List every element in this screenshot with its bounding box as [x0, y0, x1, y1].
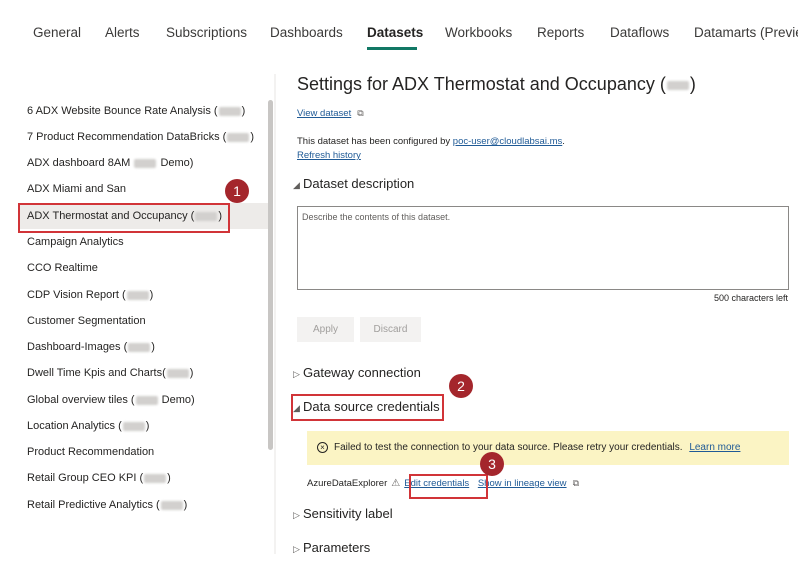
dataset-item[interactable]: Location Analytics () — [18, 413, 268, 439]
expand-triangle-icon: ▷ — [293, 369, 300, 379]
redacted-text — [144, 473, 167, 483]
view-dataset-link[interactable]: View dataset — [297, 108, 351, 119]
tab-subscriptions[interactable]: Subscriptions — [166, 25, 247, 40]
dataset-item[interactable]: 7 Product Recommendation DataBricks () — [18, 124, 268, 150]
discard-button[interactable]: Discard — [360, 317, 421, 342]
annotation-box-credentials — [291, 394, 444, 421]
dataset-item[interactable]: Global overview tiles ( Demo) — [18, 387, 268, 413]
configured-user-link[interactable]: poc-user@cloudlabsai.ms — [453, 136, 562, 147]
characters-left: 500 characters left — [713, 293, 788, 303]
refresh-history-link[interactable]: Refresh history — [297, 150, 361, 161]
dataset-item[interactable]: 6 ADX Website Bounce Rate Analysis () — [18, 98, 268, 124]
annotation-box-edit-credentials — [409, 474, 488, 499]
collapse-triangle-icon: ◢ — [293, 180, 300, 190]
redacted-text — [134, 158, 157, 168]
dataset-item[interactable]: Product Recommendation — [18, 439, 268, 465]
redacted-text — [126, 290, 149, 300]
sensitivity-label-header[interactable]: ▷ Sensitivity label — [293, 506, 393, 521]
tab-dataflows[interactable]: Dataflows — [610, 25, 669, 40]
dataset-item[interactable]: Retail Predictive Analytics () — [18, 492, 268, 518]
dataset-description-header[interactable]: ◢ Dataset description — [293, 176, 414, 191]
redacted-text — [166, 368, 189, 378]
redacted-text — [218, 106, 241, 116]
connection-warning-banner: × Failed to test the connection to your d… — [307, 431, 789, 465]
external-link-icon: ⧉ — [572, 478, 579, 488]
learn-more-link[interactable]: Learn more — [689, 442, 740, 453]
settings-tabs: General Alerts Subscriptions Dashboards … — [0, 0, 798, 60]
annotation-badge-1: 1 — [225, 179, 249, 203]
sidebar-scrollbar[interactable] — [268, 100, 273, 450]
annotation-box-selected-dataset — [18, 203, 230, 233]
apply-button[interactable]: Apply — [297, 317, 354, 342]
redacted-text — [227, 132, 250, 142]
parameters-header[interactable]: ▷ Parameters — [293, 540, 370, 555]
dataset-item[interactable]: Dashboard-Images () — [18, 334, 268, 360]
tab-datasets[interactable]: Datasets — [367, 25, 423, 40]
active-tab-indicator — [367, 47, 417, 50]
dataset-item[interactable]: Dwell Time Kpis and Charts() — [18, 360, 268, 386]
tab-datamarts[interactable]: Datamarts (Preview — [694, 25, 798, 40]
tab-reports[interactable]: Reports — [537, 25, 584, 40]
dataset-item[interactable]: Customer Segmentation — [18, 308, 268, 334]
redacted-text — [666, 80, 689, 90]
lineage-view-link[interactable]: Show in lineage view — [478, 478, 567, 489]
dataset-description-input[interactable]: Describe the contents of this dataset. — [297, 206, 789, 290]
expand-triangle-icon: ▷ — [293, 510, 300, 520]
scrollbar-track — [274, 74, 276, 554]
redacted-text — [122, 421, 145, 431]
expand-triangle-icon: ▷ — [293, 544, 300, 554]
external-link-icon: ⧉ — [357, 108, 364, 118]
error-circle-icon: × — [317, 441, 328, 453]
tab-alerts[interactable]: Alerts — [105, 25, 140, 40]
configured-by-text: This dataset has been configured by poc-… — [297, 136, 565, 147]
tab-dashboards[interactable]: Dashboards — [270, 25, 343, 40]
view-dataset-link-row: View dataset ⧉ — [297, 108, 364, 119]
redacted-text — [128, 342, 151, 352]
tab-general[interactable]: General — [33, 25, 81, 40]
annotation-badge-3: 3 — [480, 452, 504, 476]
dataset-item[interactable]: CCO Realtime — [18, 255, 268, 281]
page-title: Settings for ADX Thermostat and Occupanc… — [297, 74, 696, 94]
dataset-item[interactable]: ADX dashboard 8AM Demo) — [18, 150, 268, 176]
tab-workbooks[interactable]: Workbooks — [445, 25, 512, 40]
redacted-text — [135, 395, 158, 405]
gateway-connection-header[interactable]: ▷ Gateway connection — [293, 365, 421, 380]
dataset-item[interactable]: CDP Vision Report () — [18, 282, 268, 308]
redacted-text — [160, 500, 183, 510]
warning-triangle-icon: ⚠ — [391, 478, 401, 489]
data-source-name: AzureDataExplorer — [307, 478, 388, 489]
annotation-badge-2: 2 — [449, 374, 473, 398]
dataset-item[interactable]: Retail Group CEO KPI () — [18, 465, 268, 491]
